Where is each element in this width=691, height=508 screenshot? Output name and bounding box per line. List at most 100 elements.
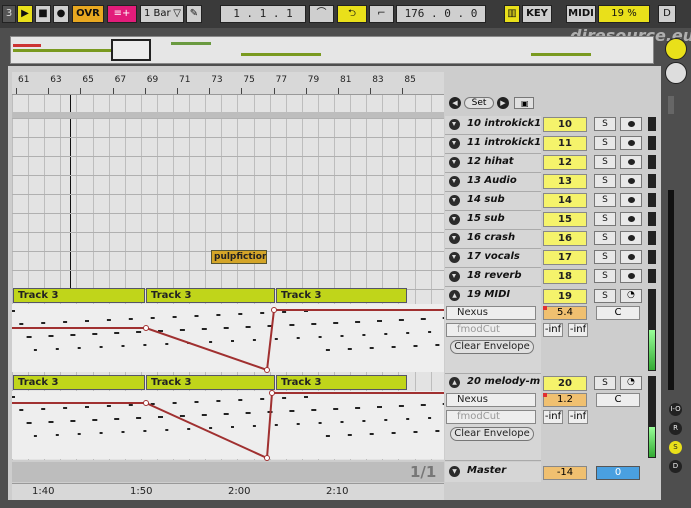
prev-locator-button[interactable]: ◀: [449, 97, 461, 109]
master-lane[interactable]: [12, 462, 444, 482]
track-header[interactable]: 15 sub: [445, 211, 541, 230]
pan-field[interactable]: C: [596, 306, 640, 320]
track-number[interactable]: 16: [543, 231, 587, 246]
solo-button[interactable]: S: [594, 376, 616, 390]
track-header[interactable]: 16 crash: [445, 230, 541, 249]
side-toggle-button[interactable]: D: [669, 460, 682, 473]
arm-button[interactable]: [620, 117, 642, 131]
track-name[interactable]: 14 sub: [467, 194, 505, 205]
track-header[interactable]: 18 reverb: [445, 268, 541, 287]
fold-down-icon[interactable]: [449, 214, 460, 225]
fold-down-icon[interactable]: [449, 176, 460, 187]
punch-out-button[interactable]: ⌐: [369, 5, 394, 23]
solo-button[interactable]: S: [594, 212, 616, 226]
set-locator-button[interactable]: Set: [464, 97, 494, 109]
track-number[interactable]: 17: [543, 250, 587, 265]
fold-up-icon[interactable]: ▲: [449, 377, 460, 388]
lock-button[interactable]: ▣: [514, 97, 534, 109]
solo-button[interactable]: S: [594, 136, 616, 150]
master-name[interactable]: Master: [467, 465, 506, 476]
fold-down-icon[interactable]: [449, 233, 460, 244]
track-header[interactable]: 12 hihat: [445, 154, 541, 173]
envelope-breakpoint[interactable]: [264, 455, 270, 461]
solo-button[interactable]: S: [594, 269, 616, 283]
midi-map-button[interactable]: MIDI: [566, 5, 596, 23]
track-header[interactable]: 14 sub: [445, 192, 541, 211]
overdub-button[interactable]: OVR: [72, 5, 104, 23]
song-position[interactable]: 1 . 1 . 1: [220, 5, 306, 23]
send-b-field[interactable]: -inf: [568, 323, 588, 337]
draw-mode-button[interactable]: ✎: [186, 5, 202, 23]
envelope-breakpoint[interactable]: [143, 400, 149, 406]
track-name[interactable]: 20 melody-m: [467, 376, 540, 387]
track-name[interactable]: 17 vocals: [467, 251, 520, 262]
pan-field[interactable]: C: [596, 393, 640, 407]
envelope-breakpoint[interactable]: [264, 367, 270, 373]
envelope-breakpoint[interactable]: [269, 390, 275, 396]
solo-button[interactable]: S: [594, 193, 616, 207]
track-name[interactable]: 16 crash: [467, 232, 515, 243]
disk-button[interactable]: D: [658, 5, 676, 23]
fold-down-icon[interactable]: [449, 252, 460, 263]
master-pan[interactable]: 0: [596, 466, 640, 480]
track-number[interactable]: 10: [543, 117, 587, 132]
arm-button[interactable]: [620, 174, 642, 188]
track-header[interactable]: 17 vocals: [445, 249, 541, 268]
envelope-breakpoint[interactable]: [143, 325, 149, 331]
quantize-select[interactable]: 1 Bar ▽: [140, 5, 184, 23]
arm-button[interactable]: [620, 136, 642, 150]
track-number[interactable]: 18: [543, 269, 587, 284]
send-a-field[interactable]: -inf: [543, 323, 563, 337]
arm-button[interactable]: [620, 269, 642, 283]
record-button[interactable]: ●: [53, 5, 69, 23]
next-locator-button[interactable]: ▶: [497, 97, 509, 109]
solo-button[interactable]: S: [594, 231, 616, 245]
audio-clip[interactable]: pulpfiction-: [211, 250, 267, 264]
side-toggle-button[interactable]: S: [669, 441, 682, 454]
fold-down-icon[interactable]: [449, 157, 460, 168]
arm-button[interactable]: [620, 231, 642, 245]
param-chooser[interactable]: fmodCut: [446, 323, 536, 337]
master-volume[interactable]: -14: [543, 466, 587, 480]
device-chooser[interactable]: Nexus: [446, 306, 536, 320]
time-ruler[interactable]: 1:40 1:50 2:00 2:10: [12, 483, 444, 500]
fold-down-icon[interactable]: [449, 195, 460, 206]
arm-button[interactable]: [620, 250, 642, 264]
clear-envelope-button[interactable]: Clear Envelope: [450, 340, 534, 354]
arm-button[interactable]: [620, 193, 642, 207]
loop-button[interactable]: ⮌: [337, 5, 367, 23]
arm-button[interactable]: [620, 155, 642, 169]
fold-down-icon[interactable]: [449, 119, 460, 130]
count-in-field[interactable]: 3: [2, 5, 16, 23]
loop-length[interactable]: 176 . 0 . 0: [396, 5, 486, 23]
track-number[interactable]: 20: [543, 376, 587, 391]
track-name[interactable]: 18 reverb: [467, 270, 522, 281]
envelope-line[interactable]: [12, 309, 444, 372]
arrangement-overview[interactable]: [10, 36, 654, 64]
monitor-button[interactable]: ◔: [620, 289, 642, 303]
track-number[interactable]: 13: [543, 174, 587, 189]
track-header[interactable]: 13 Audio: [445, 173, 541, 192]
arm-button[interactable]: [620, 212, 642, 226]
monitor-button[interactable]: ◔: [620, 376, 642, 390]
track-header[interactable]: 11 introkick1: [445, 135, 541, 154]
side-toggle-button[interactable]: I-O: [669, 403, 682, 416]
stop-button[interactable]: ■: [35, 5, 51, 23]
send-a-field[interactable]: -inf: [543, 410, 563, 424]
solo-button[interactable]: S: [594, 250, 616, 264]
play-button[interactable]: ▶: [17, 5, 33, 23]
param-chooser[interactable]: fmodCut: [446, 410, 536, 424]
solo-button[interactable]: S: [594, 174, 616, 188]
track-name[interactable]: 13 Audio: [467, 175, 517, 186]
track-number[interactable]: 19: [543, 289, 587, 304]
track-number[interactable]: 14: [543, 193, 587, 208]
side-toggle-button[interactable]: R: [669, 422, 682, 435]
solo-button[interactable]: S: [594, 155, 616, 169]
fold-down-icon[interactable]: ▼: [449, 466, 460, 477]
solo-button[interactable]: S: [594, 117, 616, 131]
track-name[interactable]: 19 MIDI: [467, 289, 510, 300]
track-number[interactable]: 15: [543, 212, 587, 227]
vertical-scrollbar[interactable]: [668, 190, 674, 390]
envelope-breakpoint[interactable]: [271, 307, 277, 313]
track-name[interactable]: 10 introkick1: [467, 118, 541, 129]
